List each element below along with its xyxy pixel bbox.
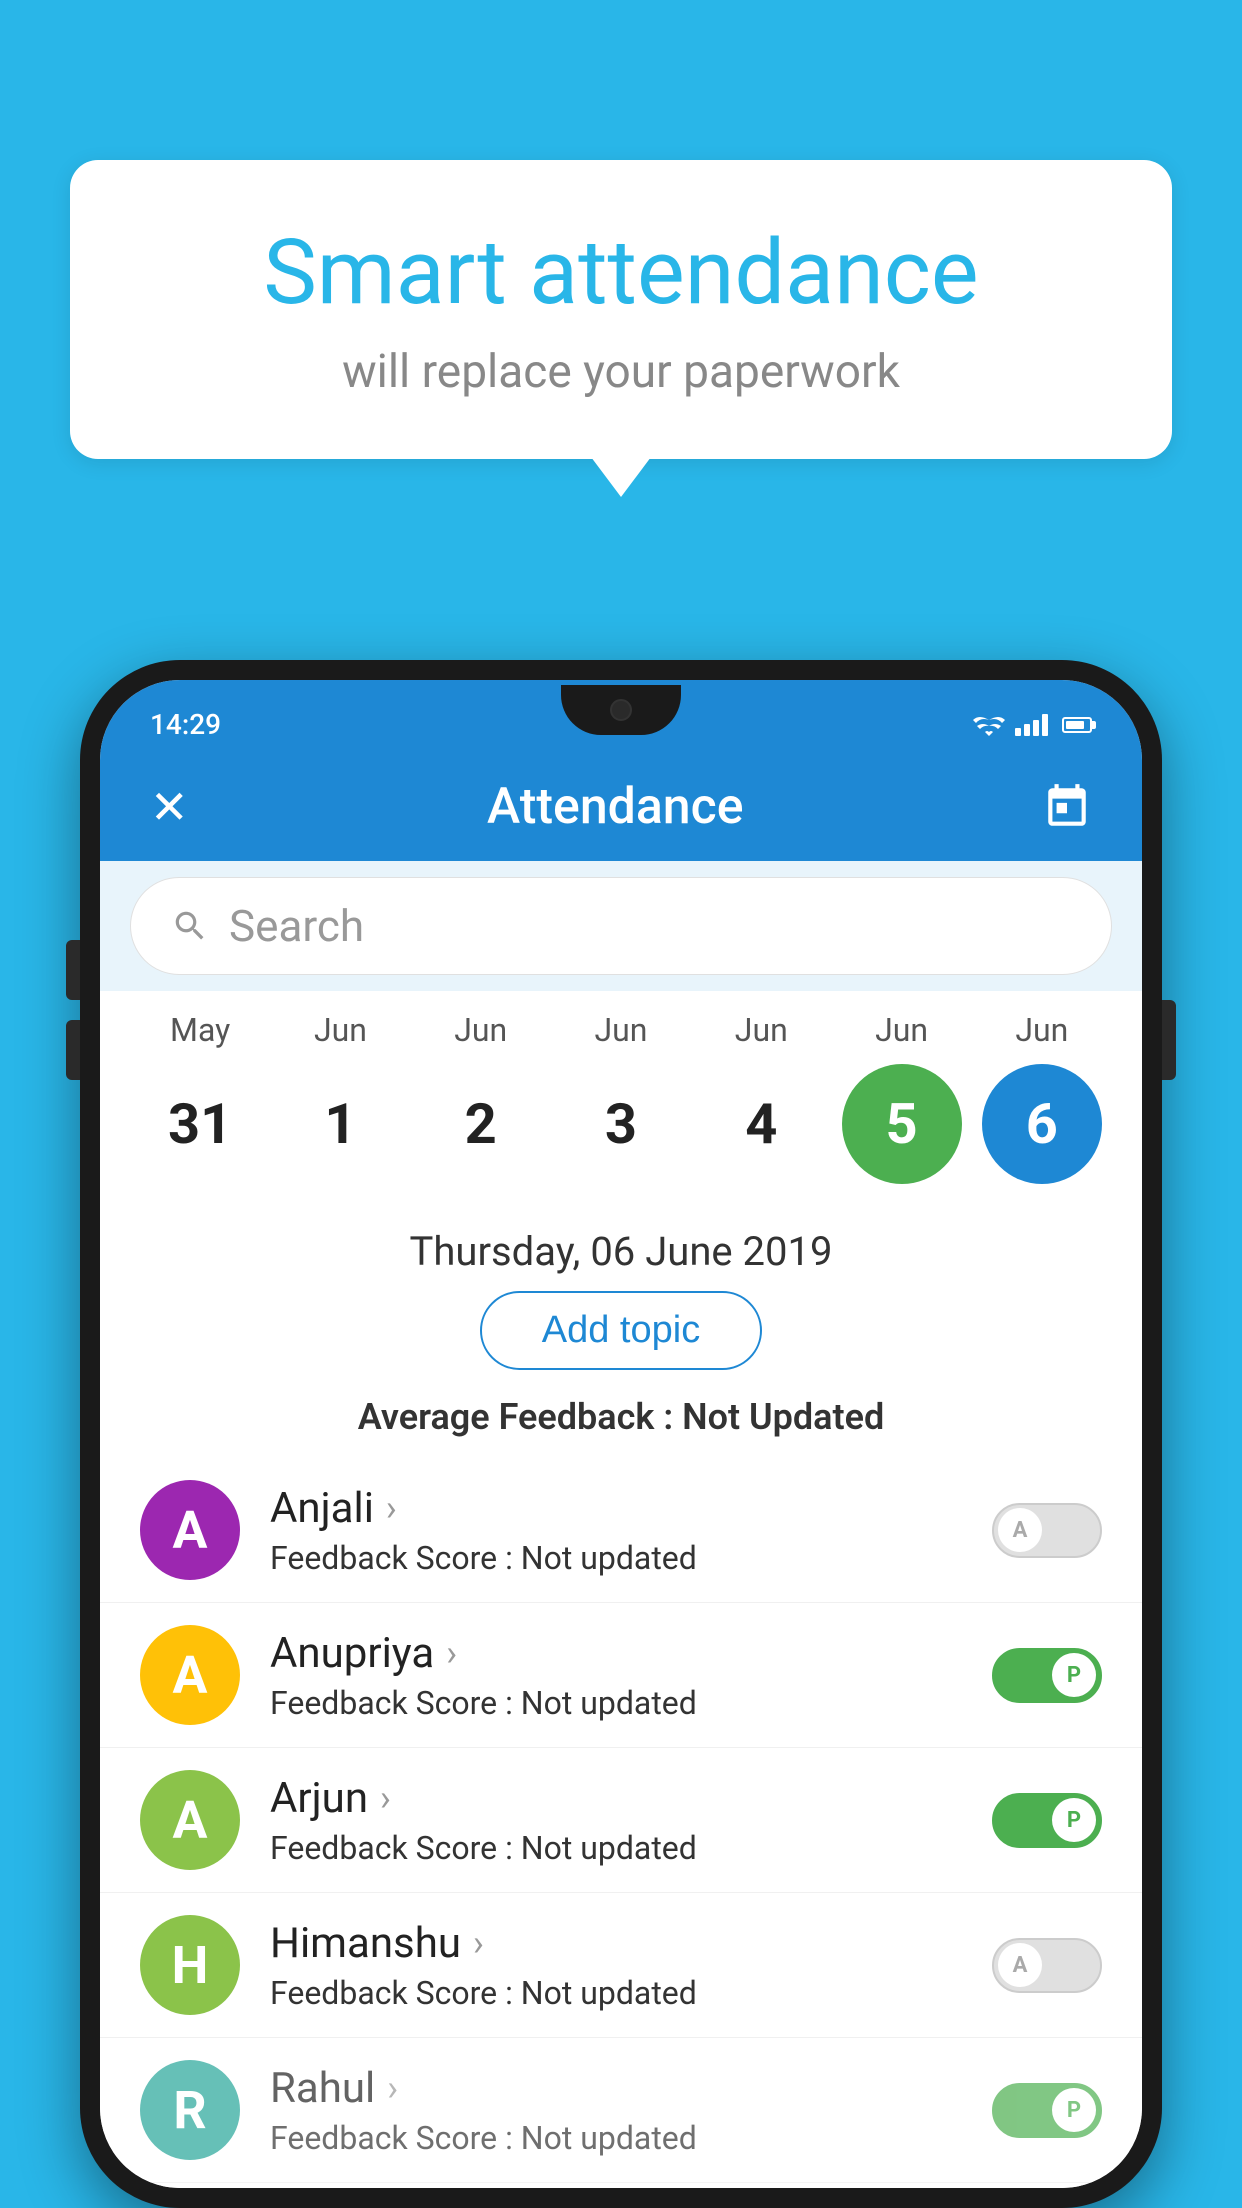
toggle-wrapper[interactable]: A [992, 1503, 1102, 1558]
date-2[interactable]: 2 [421, 1064, 541, 1184]
date-3[interactable]: 3 [561, 1064, 681, 1184]
attendance-toggle[interactable]: P [992, 1793, 1102, 1848]
search-icon [171, 907, 209, 945]
student-info[interactable]: Himanshu › Feedback Score : Not updated [270, 1919, 962, 2012]
phone-notch [561, 685, 681, 735]
phone-screen: 14:29 [100, 680, 1142, 2188]
content-area: Thursday, 06 June 2019 Add topic Average… [100, 1204, 1142, 2188]
student-list: A Anjali › Feedback Score : Not updated [100, 1458, 1142, 2183]
feedback-score: Feedback Score : Not updated [270, 2119, 962, 2157]
app-header: ✕ Attendance [100, 753, 1142, 861]
avg-feedback-label: Average Feedback : [358, 1396, 682, 1438]
date-4[interactable]: 4 [701, 1064, 821, 1184]
student-item: A Anupriya › Feedback Score : Not update… [100, 1603, 1142, 1748]
avatar: A [140, 1770, 240, 1870]
header-title: Attendance [487, 778, 744, 836]
student-info[interactable]: Anjali › Feedback Score : Not updated [270, 1484, 962, 1577]
month-label-4: Jun [701, 1011, 821, 1049]
selected-date-label: Thursday, 06 June 2019 [100, 1204, 1142, 1291]
volume-up-button [66, 940, 80, 1000]
month-label-5: Jun [842, 1011, 962, 1049]
student-item: R Rahul › Feedback Score : Not updated [100, 2038, 1142, 2183]
avatar: A [140, 1480, 240, 1580]
bubble-title: Smart attendance [150, 220, 1092, 325]
date-1[interactable]: 1 [280, 1064, 400, 1184]
month-label-6: Jun [982, 1011, 1102, 1049]
avatar: H [140, 1915, 240, 2015]
chevron-right-icon: › [380, 1777, 391, 1819]
student-item: A Arjun › Feedback Score : Not updated [100, 1748, 1142, 1893]
feedback-score: Feedback Score : Not updated [270, 1974, 962, 2012]
speech-bubble-wrapper: Smart attendance will replace your paper… [70, 160, 1172, 497]
phone-frame: 14:29 [80, 660, 1162, 2208]
student-item: A Anjali › Feedback Score : Not updated [100, 1458, 1142, 1603]
date-6[interactable]: 6 [982, 1064, 1102, 1184]
month-label-2: Jun [421, 1011, 541, 1049]
month-label-1: Jun [280, 1011, 400, 1049]
student-name: Rahul › [270, 2064, 962, 2113]
chevron-right-icon: › [387, 2067, 398, 2109]
search-container: Search [100, 861, 1142, 991]
phone-wrapper: 14:29 [80, 660, 1162, 2208]
avatar: A [140, 1625, 240, 1725]
calendar-strip: May Jun Jun Jun Jun Jun Jun 31 1 2 3 4 5… [100, 991, 1142, 1204]
chevron-right-icon: › [473, 1922, 484, 1964]
student-item: H Himanshu › Feedback Score : Not update… [100, 1893, 1142, 2038]
date-5[interactable]: 5 [842, 1064, 962, 1184]
feedback-score: Feedback Score : Not updated [270, 1684, 962, 1722]
feedback-score: Feedback Score : Not updated [270, 1539, 962, 1577]
student-name: Anupriya › [270, 1629, 962, 1678]
search-bar[interactable]: Search [130, 877, 1112, 975]
calendar-icon[interactable] [1042, 782, 1092, 832]
student-info[interactable]: Arjun › Feedback Score : Not updated [270, 1774, 962, 1867]
speech-bubble-tail [591, 457, 651, 497]
month-label-0: May [140, 1011, 260, 1049]
toggle-wrapper[interactable]: P [992, 1648, 1102, 1703]
student-name: Arjun › [270, 1774, 962, 1823]
student-name: Himanshu › [270, 1919, 962, 1968]
power-button [1162, 1000, 1176, 1080]
avatar: R [140, 2060, 240, 2160]
date-31[interactable]: 31 [140, 1064, 260, 1184]
attendance-toggle[interactable]: P [992, 1648, 1102, 1703]
toggle-knob: P [1052, 1653, 1096, 1697]
month-row: May Jun Jun Jun Jun Jun Jun [120, 1011, 1122, 1049]
student-info[interactable]: Rahul › Feedback Score : Not updated [270, 2064, 962, 2157]
date-row: 31 1 2 3 4 5 6 [120, 1054, 1122, 1194]
attendance-toggle[interactable]: A [992, 1938, 1102, 1993]
phone-camera [610, 699, 632, 721]
speech-bubble: Smart attendance will replace your paper… [70, 160, 1172, 459]
add-topic-button[interactable]: Add topic [480, 1291, 762, 1370]
student-info[interactable]: Anupriya › Feedback Score : Not updated [270, 1629, 962, 1722]
toggle-knob: A [998, 1508, 1042, 1552]
avg-feedback-value: Not Updated [682, 1396, 884, 1438]
student-name: Anjali › [270, 1484, 962, 1533]
toggle-knob: A [998, 1943, 1042, 1987]
bubble-subtitle: will replace your paperwork [150, 345, 1092, 399]
chevron-right-icon: › [446, 1632, 457, 1674]
phone-notch-area [80, 680, 1162, 740]
toggle-wrapper[interactable]: A [992, 1938, 1102, 1993]
volume-down-button [66, 1020, 80, 1080]
close-button[interactable]: ✕ [150, 780, 189, 835]
toggle-knob: P [1052, 1798, 1096, 1842]
month-label-3: Jun [561, 1011, 681, 1049]
feedback-score: Feedback Score : Not updated [270, 1829, 962, 1867]
toggle-knob: P [1052, 2088, 1096, 2132]
toggle-wrapper[interactable]: P [992, 2083, 1102, 2138]
search-text: Search [229, 900, 364, 952]
attendance-toggle[interactable]: A [992, 1503, 1102, 1558]
toggle-wrapper[interactable]: P [992, 1793, 1102, 1848]
avg-feedback: Average Feedback : Not Updated [100, 1386, 1142, 1458]
attendance-toggle[interactable]: P [992, 2083, 1102, 2138]
chevron-right-icon: › [386, 1487, 397, 1529]
